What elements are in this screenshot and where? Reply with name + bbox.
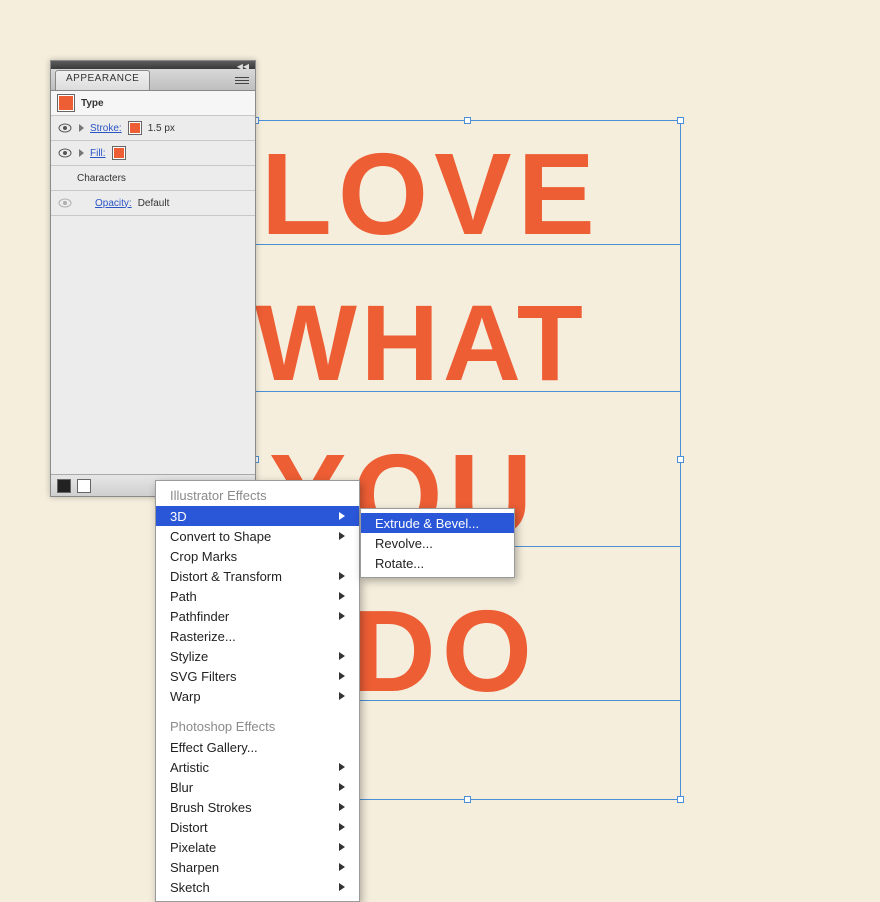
stroke-label[interactable]: Stroke: [90, 123, 122, 134]
submenu-arrow-icon [339, 803, 345, 811]
menu-item-pixelate[interactable]: Pixelate [156, 837, 359, 857]
panel-tab-bar: APPEARANCE [51, 69, 255, 91]
submenu-arrow-icon [339, 592, 345, 600]
menu-item-distort-transform[interactable]: Distort & Transform [156, 566, 359, 586]
submenu-arrow-icon [339, 672, 345, 680]
menu-item-path[interactable]: Path [156, 586, 359, 606]
submenu-3d: Extrude & Bevel... Revolve... Rotate... [360, 508, 515, 578]
menu-item-pathfinder[interactable]: Pathfinder [156, 606, 359, 626]
submenu-arrow-icon [339, 863, 345, 871]
photoshop-effects-header: Photoshop Effects [156, 716, 359, 737]
submenu-arrow-icon [339, 512, 345, 520]
panel-drag-grip[interactable]: ◀◀ [51, 61, 255, 69]
menu-item-artistic[interactable]: Artistic [156, 757, 359, 777]
menu-item-brush-strokes[interactable]: Brush Strokes [156, 797, 359, 817]
characters-row[interactable]: Characters [51, 166, 255, 191]
fill-row[interactable]: Fill: [51, 141, 255, 166]
stroke-value[interactable]: 1.5 px [148, 123, 175, 134]
menu-item-3d[interactable]: 3D [156, 506, 359, 526]
opacity-value[interactable]: Default [138, 198, 170, 209]
footer-button-1[interactable] [57, 479, 71, 493]
menu-item-rasterize[interactable]: Rasterize... [156, 626, 359, 646]
submenu-arrow-icon [339, 612, 345, 620]
visibility-eye-icon[interactable] [57, 197, 73, 209]
expand-icon[interactable] [79, 124, 84, 132]
submenu-item-revolve[interactable]: Revolve... [361, 533, 514, 553]
submenu-item-extrude-bevel[interactable]: Extrude & Bevel... [361, 513, 514, 533]
panel-menu-icon[interactable] [233, 73, 251, 87]
submenu-arrow-icon [339, 843, 345, 851]
fill-label[interactable]: Fill: [90, 148, 106, 159]
submenu-arrow-icon [339, 823, 345, 831]
menu-item-convert-to-shape[interactable]: Convert to Shape [156, 526, 359, 546]
menu-item-distort[interactable]: Distort [156, 817, 359, 837]
effects-menu: Illustrator Effects 3D Convert to Shape … [155, 480, 360, 902]
submenu-arrow-icon [339, 692, 345, 700]
submenu-arrow-icon [339, 572, 345, 580]
menu-item-sharpen[interactable]: Sharpen [156, 857, 359, 877]
type-swatch [57, 94, 75, 112]
submenu-arrow-icon [339, 763, 345, 771]
menu-item-effect-gallery[interactable]: Effect Gallery... [156, 737, 359, 757]
submenu-arrow-icon [339, 783, 345, 791]
visibility-eye-icon[interactable] [57, 147, 73, 159]
stroke-swatch[interactable] [128, 121, 142, 135]
visibility-eye-icon[interactable] [57, 122, 73, 134]
appearance-type-row[interactable]: Type [51, 91, 255, 116]
opacity-label[interactable]: Opacity: [95, 198, 132, 209]
appearance-panel: ◀◀ APPEARANCE Type Stroke: 1.5 px Fill: [50, 60, 256, 497]
menu-item-sketch[interactable]: Sketch [156, 877, 359, 897]
illustrator-effects-header: Illustrator Effects [156, 485, 359, 506]
submenu-arrow-icon [339, 532, 345, 540]
object-type-label: Type [81, 98, 104, 109]
appearance-tab[interactable]: APPEARANCE [55, 70, 150, 90]
menu-item-blur[interactable]: Blur [156, 777, 359, 797]
menu-item-stylize[interactable]: Stylize [156, 646, 359, 666]
menu-item-crop-marks[interactable]: Crop Marks [156, 546, 359, 566]
menu-item-svg-filters[interactable]: SVG Filters [156, 666, 359, 686]
menu-item-warp[interactable]: Warp [156, 686, 359, 706]
fill-swatch[interactable] [112, 146, 126, 160]
expand-icon[interactable] [79, 149, 84, 157]
submenu-arrow-icon [339, 883, 345, 891]
footer-button-2[interactable] [77, 479, 91, 493]
characters-label: Characters [77, 173, 126, 184]
submenu-item-rotate[interactable]: Rotate... [361, 553, 514, 573]
opacity-row[interactable]: Opacity: Default [51, 191, 255, 216]
stroke-row[interactable]: Stroke: 1.5 px [51, 116, 255, 141]
submenu-arrow-icon [339, 652, 345, 660]
